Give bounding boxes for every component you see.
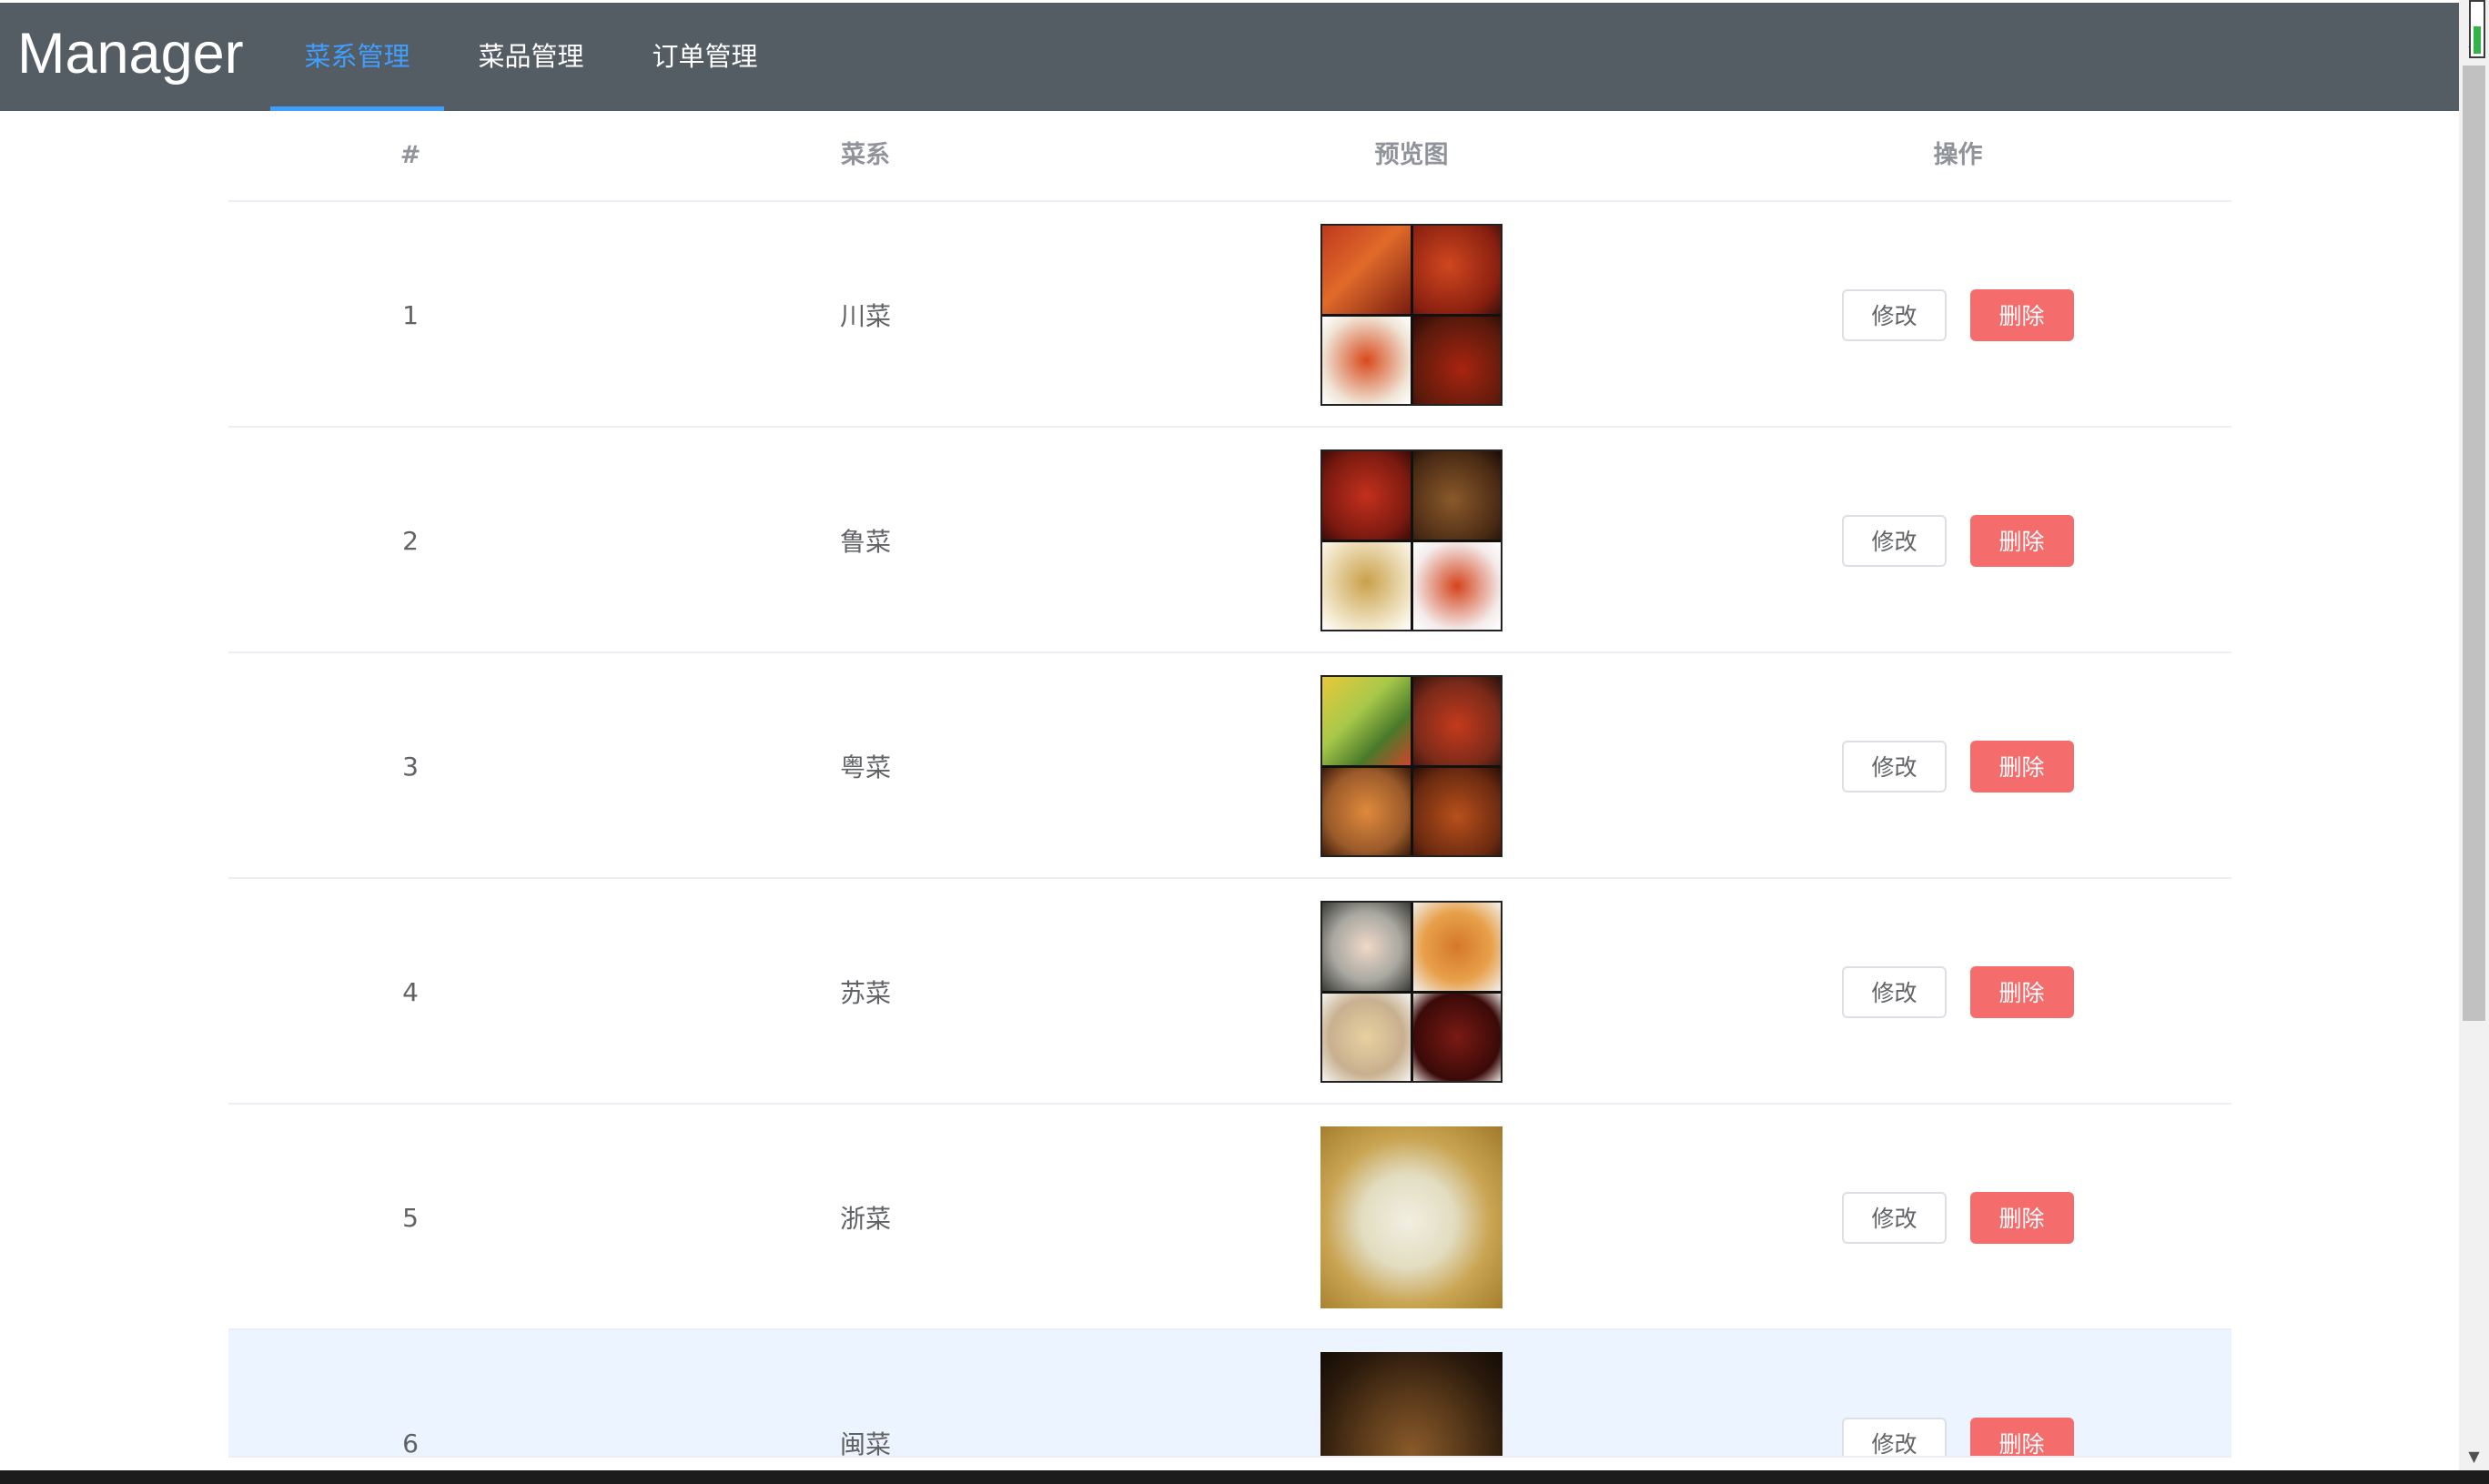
- row-index: 1: [402, 299, 419, 330]
- table-row: 5 浙菜 修改 删除: [228, 1105, 2231, 1330]
- preview-cell: [1138, 202, 1685, 428]
- row-index: 2: [402, 525, 419, 556]
- delete-button[interactable]: 删除: [1969, 740, 2074, 792]
- edit-button[interactable]: 修改: [1842, 1417, 1947, 1456]
- cuisine-name: 粤菜: [839, 752, 891, 782]
- preview-image: [1320, 224, 1503, 406]
- cuisine-name: 苏菜: [839, 978, 891, 1008]
- preview-image: [1320, 901, 1503, 1083]
- edit-button[interactable]: 修改: [1842, 965, 1947, 1018]
- table-row: 6 闽菜 修改 删除: [228, 1330, 2231, 1458]
- preview-image: [1320, 449, 1503, 631]
- actions-cell: 修改 删除: [1685, 653, 2231, 879]
- vertical-scrollbar[interactable]: ▲ ▼: [2459, 0, 2489, 1470]
- nav-tab-cuisine-management[interactable]: 菜系管理: [270, 3, 444, 111]
- cuisine-name: 浙菜: [839, 1204, 891, 1234]
- column-header-index: #: [400, 141, 421, 169]
- cuisine-name: 闽菜: [839, 1429, 891, 1458]
- column-header-preview: 预览图: [1374, 141, 1449, 169]
- row-index: 6: [402, 1428, 419, 1458]
- actions-cell: 修改 删除: [1685, 879, 2231, 1105]
- nav-tab-order-management[interactable]: 订单管理: [618, 3, 792, 111]
- row-index: 5: [402, 1202, 419, 1233]
- table-row: 1 川菜 修改 删除: [228, 202, 2231, 428]
- delete-button[interactable]: 删除: [1969, 288, 2074, 341]
- table-row: 3 粤菜 修改 删除: [228, 653, 2231, 879]
- edit-button[interactable]: 修改: [1842, 740, 1947, 792]
- actions-cell: 修改 删除: [1685, 202, 2231, 428]
- preview-image: [1320, 1126, 1503, 1308]
- actions-cell: 修改 删除: [1685, 1330, 2231, 1456]
- table-row: 4 苏菜 修改 删除: [228, 879, 2231, 1105]
- preview-cell: [1138, 879, 1685, 1105]
- delete-button[interactable]: 删除: [1969, 514, 2074, 567]
- preview-image: [1320, 675, 1503, 857]
- status-indicator-icon: [2469, 0, 2485, 58]
- preview-image: [1320, 1352, 1503, 1456]
- cuisine-name: 川菜: [839, 301, 891, 331]
- scroll-down-arrow-icon[interactable]: ▼: [2459, 1443, 2489, 1470]
- nav-tab-dish-management[interactable]: 菜品管理: [444, 3, 618, 111]
- column-header-cuisine: 菜系: [841, 141, 890, 169]
- edit-button[interactable]: 修改: [1842, 1191, 1947, 1244]
- delete-button[interactable]: 删除: [1969, 1191, 2074, 1244]
- edit-button[interactable]: 修改: [1842, 514, 1947, 567]
- taskbar: [0, 1470, 2489, 1484]
- scrollbar-thumb[interactable]: [2463, 66, 2485, 1021]
- top-navigation-bar: Manager 菜系管理 菜品管理 订单管理: [0, 3, 2459, 111]
- app-brand: Manager: [17, 22, 244, 86]
- table-header: # 菜系 预览图 操作: [228, 111, 2231, 202]
- preview-cell: [1138, 653, 1685, 879]
- preview-cell: [1138, 1105, 1685, 1330]
- preview-cell: [1138, 1330, 1685, 1456]
- cuisine-name: 鲁菜: [839, 527, 891, 557]
- table-row: 2 鲁菜 修改 删除: [228, 428, 2231, 653]
- cuisine-table: # 菜系 预览图 操作 1 川菜 修改 删除 2 鲁菜 修改 删除 3 粤菜 修…: [228, 111, 2231, 1458]
- delete-button[interactable]: 删除: [1969, 965, 2074, 1018]
- actions-cell: 修改 删除: [1685, 428, 2231, 653]
- preview-cell: [1138, 428, 1685, 653]
- row-index: 3: [402, 751, 419, 782]
- column-header-actions: 操作: [1933, 141, 1983, 169]
- actions-cell: 修改 删除: [1685, 1105, 2231, 1330]
- row-index: 4: [402, 976, 419, 1007]
- edit-button[interactable]: 修改: [1842, 288, 1947, 341]
- delete-button[interactable]: 删除: [1969, 1417, 2074, 1456]
